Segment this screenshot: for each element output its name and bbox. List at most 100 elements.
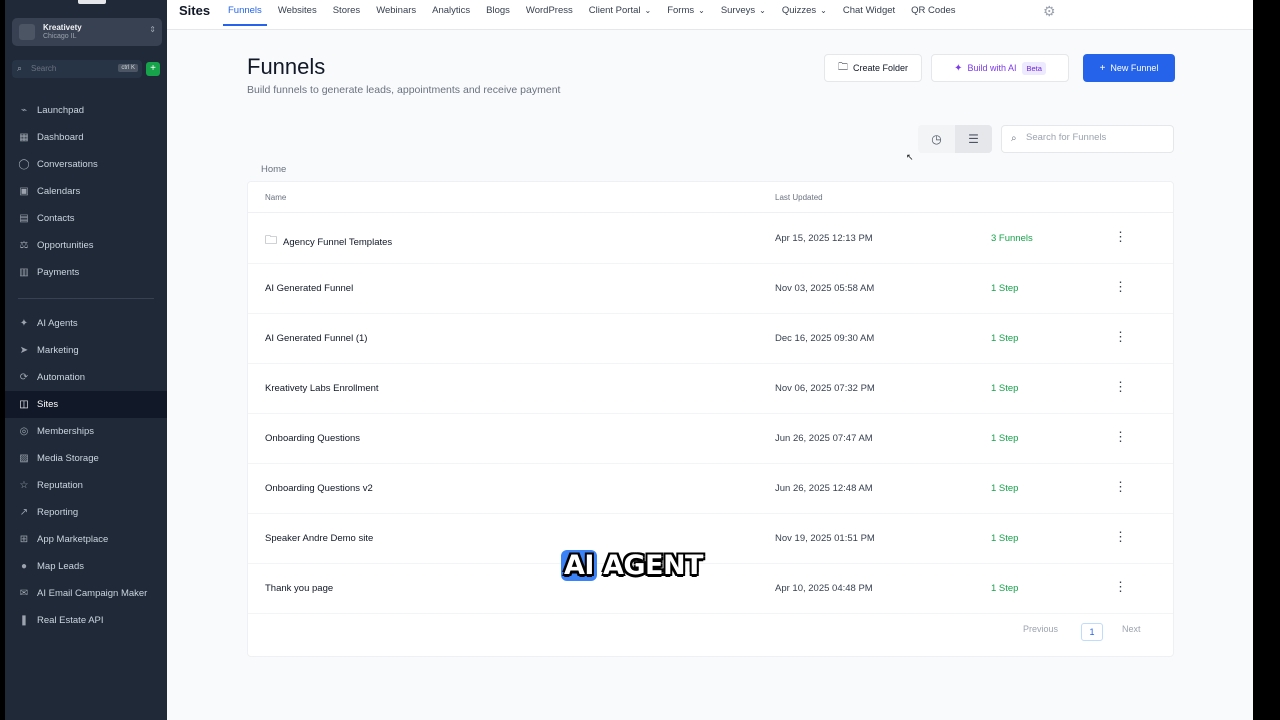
funnel-search-input[interactable] (1026, 132, 1166, 143)
reporting-icon: ↗ (19, 506, 29, 518)
sidebar-item-memberships[interactable]: ◎ Memberships (5, 418, 167, 445)
sidebar-item-sites[interactable]: ◫ Sites (5, 391, 167, 418)
create-folder-button[interactable]: 🗀 Create Folder (824, 54, 922, 82)
new-funnel-button[interactable]: + New Funnel (1083, 54, 1175, 82)
table-row[interactable]: Kreativety Labs Enrollment Nov 06, 2025 0… (248, 364, 1173, 414)
tab-label: Blogs (486, 5, 510, 16)
row-name[interactable]: Kreativety Labs Enrollment (265, 383, 379, 394)
more-options-icon[interactable]: ⋮ (1114, 279, 1127, 295)
sidebar-item-ai-agents[interactable]: ✦ AI Agents (5, 310, 167, 337)
row-steps: 1 Step (991, 333, 1019, 344)
sidebar-item-label: Dashboard (37, 132, 84, 143)
tab-wordpress[interactable]: WordPress (518, 0, 581, 30)
gear-icon[interactable]: ⚙ (1043, 3, 1056, 20)
more-options-icon[interactable]: ⋮ (1114, 579, 1127, 595)
sidebar-item-opportunities[interactable]: ⚖ Opportunities (5, 232, 167, 259)
sidebar-item-real-estate-api[interactable]: ❚ Real Estate API (5, 607, 167, 634)
more-options-icon[interactable]: ⋮ (1114, 229, 1127, 245)
tab-qr-codes[interactable]: QR Codes (903, 0, 963, 30)
tab-blogs[interactable]: Blogs (478, 0, 518, 30)
chevron-updown-icon: ⇕ (149, 25, 156, 34)
table-row[interactable]: Speaker Andre Demo site Nov 19, 2025 01:5… (248, 514, 1173, 564)
sidebar-item-conversations[interactable]: ◯ Conversations (5, 151, 167, 178)
row-name[interactable]: Onboarding Questions (265, 433, 360, 444)
more-options-icon[interactable]: ⋮ (1114, 479, 1127, 495)
table-row[interactable]: 🗀 Agency Funnel Templates Apr 15, 2025 12:… (248, 214, 1173, 264)
row-name-cell: AI Generated Funnel (265, 283, 353, 294)
tab-quizzes[interactable]: Quizzes ⌄ (774, 0, 835, 30)
row-name[interactable]: AI Generated Funnel (265, 283, 353, 294)
marketing-icon: ➤ (19, 344, 29, 356)
tab-label: Surveys (720, 5, 756, 16)
more-options-icon[interactable]: ⋮ (1114, 429, 1127, 445)
create-folder-label: Create Folder (852, 63, 909, 73)
sidebar-divider (18, 298, 154, 299)
row-name[interactable]: Onboarding Questions v2 (265, 483, 373, 494)
tab-websites[interactable]: Websites (270, 0, 325, 30)
recent-view-icon[interactable]: ◷ (918, 125, 955, 153)
account-avatar (19, 24, 35, 40)
sidebar-item-launchpad[interactable]: ⌁ Launchpad (5, 97, 167, 124)
sidebar-item-dashboard[interactable]: ▦ Dashboard (5, 124, 167, 151)
more-options-icon[interactable]: ⋮ (1114, 529, 1127, 545)
row-name[interactable]: Agency Funnel Templates (283, 237, 392, 248)
tab-funnels[interactable]: Funnels (220, 0, 270, 30)
sidebar-item-marketing[interactable]: ➤ Marketing (5, 337, 167, 364)
map-pin-icon: ● (20, 560, 28, 572)
sidebar-item-automation[interactable]: ⟳ Automation (5, 364, 167, 391)
email-icon: ✉ (19, 587, 29, 599)
breadcrumb[interactable]: Home (261, 164, 286, 175)
row-name[interactable]: AI Generated Funnel (1) (265, 333, 367, 344)
tab-forms[interactable]: Forms ⌄ (659, 0, 713, 30)
page-title: Funnels (247, 54, 326, 79)
sidebar-nav-top: ⌁ Launchpad ▦ Dashboard ◯ Conversations ▣ Calen… (5, 97, 167, 286)
row-name[interactable]: Thank you page (265, 583, 333, 594)
build-with-ai-button[interactable]: ✦ Build with AI Beta (931, 54, 1069, 82)
sidebar-item-reporting[interactable]: ↗ Reporting (5, 499, 167, 526)
account-switcher[interactable]: Kreativety Chicago IL ⇕ (12, 18, 162, 46)
sidebar-item-label: Media Storage (37, 453, 99, 464)
tab-surveys[interactable]: Surveys ⌄ (713, 0, 774, 30)
sidebar-item-reputation[interactable]: ☆ Reputation (5, 472, 167, 499)
row-name[interactable]: Speaker Andre Demo site (265, 533, 373, 544)
sidebar-item-contacts[interactable]: ▤ Contacts (5, 205, 167, 232)
sidebar-search[interactable]: ⌕ Search ctrl K (12, 60, 142, 78)
sidebar-item-ai-email-campaign-maker[interactable]: ✉ AI Email Campaign Maker (5, 580, 167, 607)
sidebar-item-map-leads[interactable]: ● Map Leads (5, 553, 167, 580)
column-header-updated[interactable]: Last Updated (775, 193, 823, 202)
chevron-down-icon: ⌄ (698, 6, 705, 15)
sidebar-item-label: AI Agents (37, 318, 78, 329)
list-view-icon[interactable]: ☰ (955, 125, 992, 153)
pagination-page[interactable]: 1 (1081, 623, 1103, 641)
tab-bar: Funnels Websites Stores Webinars Analytics Bl… (220, 0, 964, 30)
sidebar-item-app-marketplace[interactable]: ⊞ App Marketplace (5, 526, 167, 553)
table-row[interactable]: AI Generated Funnel Nov 03, 2025 05:58 AM… (248, 264, 1173, 314)
tab-chat-widget[interactable]: Chat Widget (835, 0, 903, 30)
tab-client-portal[interactable]: Client Portal ⌄ (581, 0, 659, 30)
sidebar-item-payments[interactable]: ▥ Payments (5, 259, 167, 286)
row-updated: Nov 03, 2025 05:58 AM (775, 283, 875, 294)
table-row[interactable]: AI Generated Funnel (1) Dec 16, 2025 09:3… (248, 314, 1173, 364)
sidebar-item-calendars[interactable]: ▣ Calendars (5, 178, 167, 205)
more-options-icon[interactable]: ⋮ (1114, 329, 1127, 345)
sidebar-item-label: Opportunities (37, 240, 94, 251)
quick-add-button[interactable]: + (146, 62, 160, 76)
table-row[interactable]: Onboarding Questions v2 Jun 26, 2025 12:4… (248, 464, 1173, 514)
tab-webinars[interactable]: Webinars (368, 0, 424, 30)
tab-analytics[interactable]: Analytics (424, 0, 478, 30)
table-header: Name Last Updated (248, 182, 1173, 213)
table-row[interactable]: Onboarding Questions Jun 26, 2025 07:47 A… (248, 414, 1173, 464)
sidebar-item-label: Payments (37, 267, 80, 278)
pagination-next[interactable]: Next (1122, 624, 1141, 634)
table-row[interactable]: Thank you page Apr 10, 2025 04:48 PM 1 Ste… (248, 564, 1173, 614)
tab-stores[interactable]: Stores (325, 0, 368, 30)
sites-icon: ◫ (19, 398, 29, 410)
row-name-cell: Kreativety Labs Enrollment (265, 383, 379, 394)
media-icon: ▨ (19, 452, 29, 464)
row-updated: Nov 19, 2025 01:51 PM (775, 533, 875, 544)
pagination-previous[interactable]: Previous (1023, 624, 1058, 634)
row-updated: Apr 10, 2025 04:48 PM (775, 583, 873, 594)
more-options-icon[interactable]: ⋮ (1114, 379, 1127, 395)
column-header-name[interactable]: Name (265, 193, 286, 202)
sidebar-item-media-storage[interactable]: ▨ Media Storage (5, 445, 167, 472)
